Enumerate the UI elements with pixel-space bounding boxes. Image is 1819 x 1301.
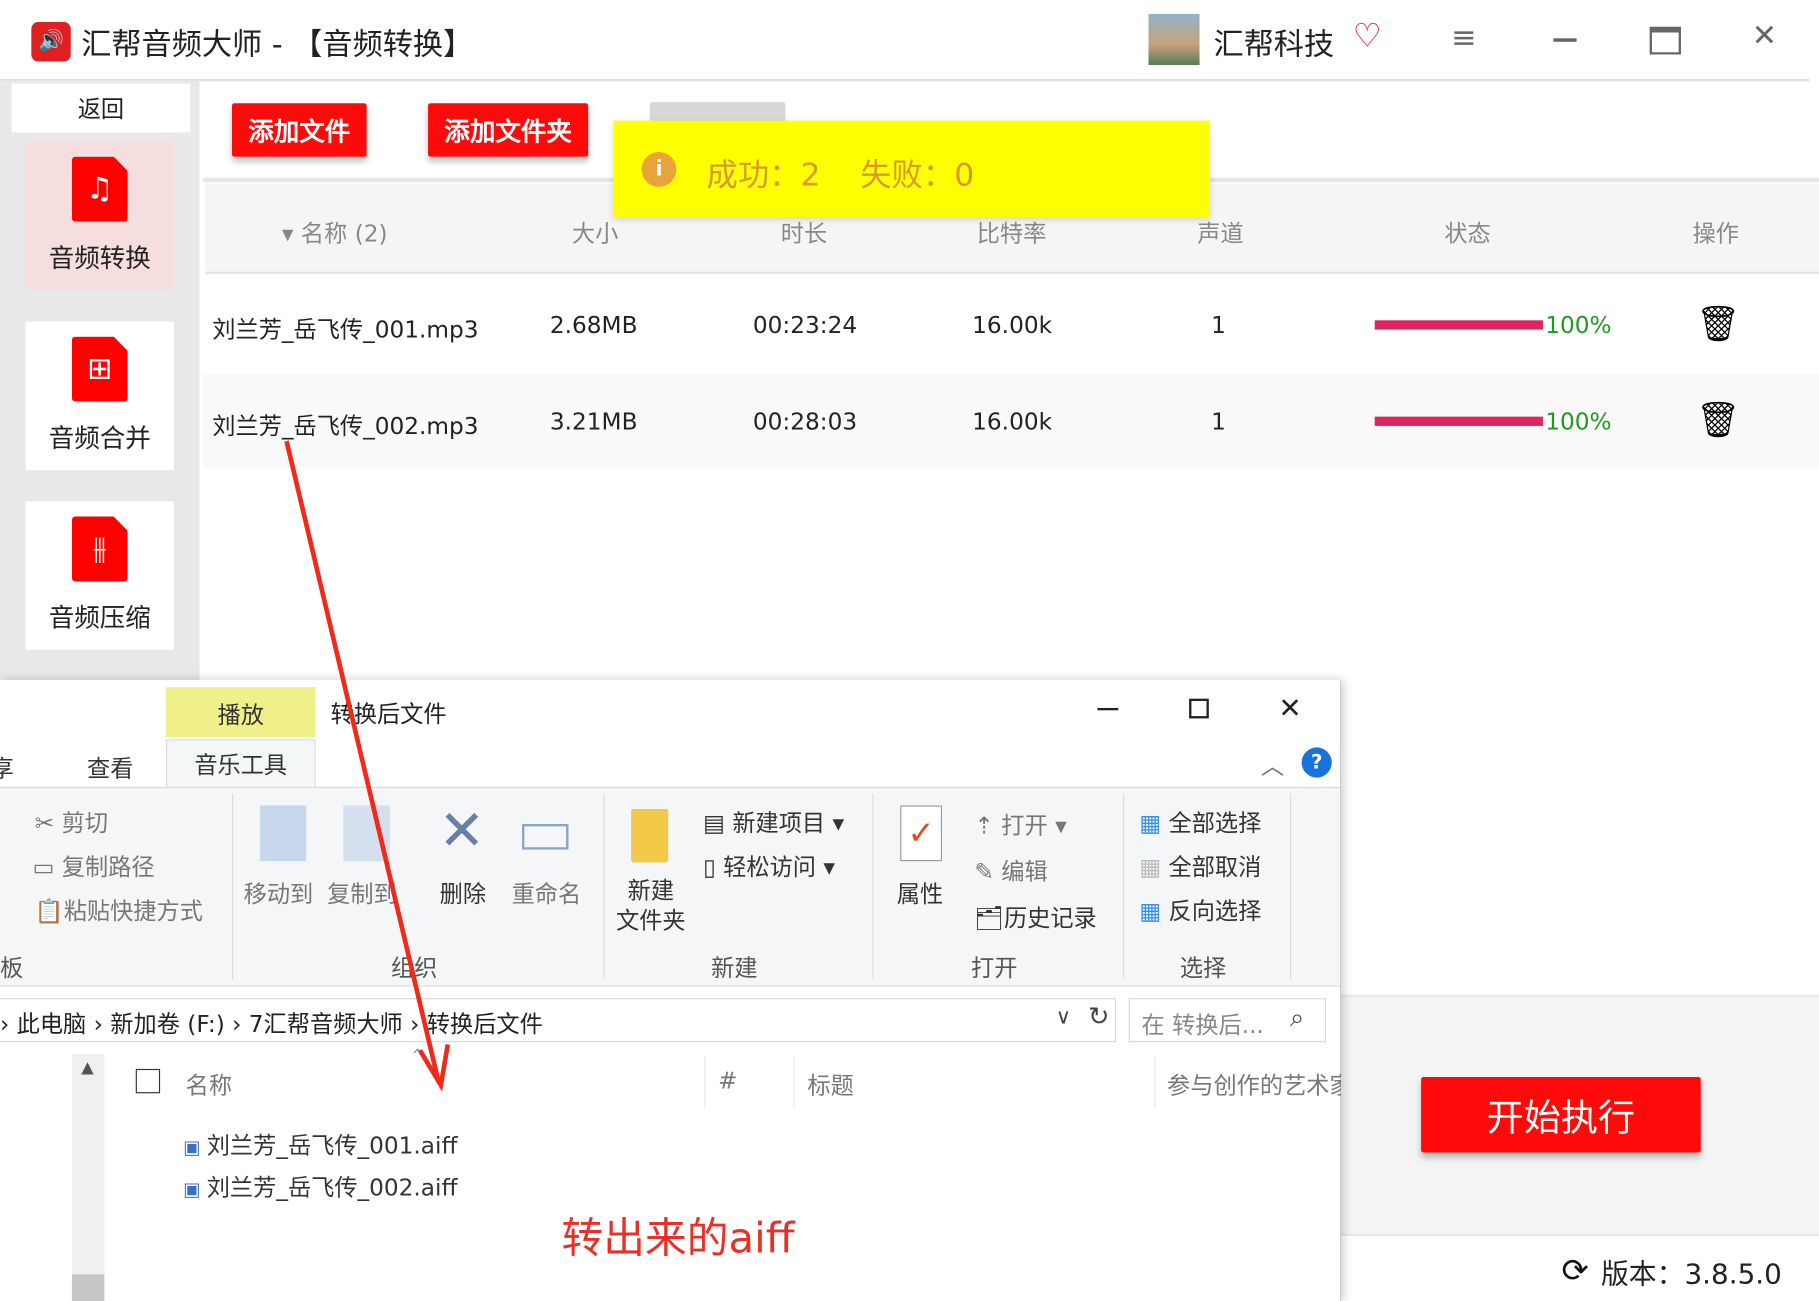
- annotation-arrow: [284, 440, 451, 1092]
